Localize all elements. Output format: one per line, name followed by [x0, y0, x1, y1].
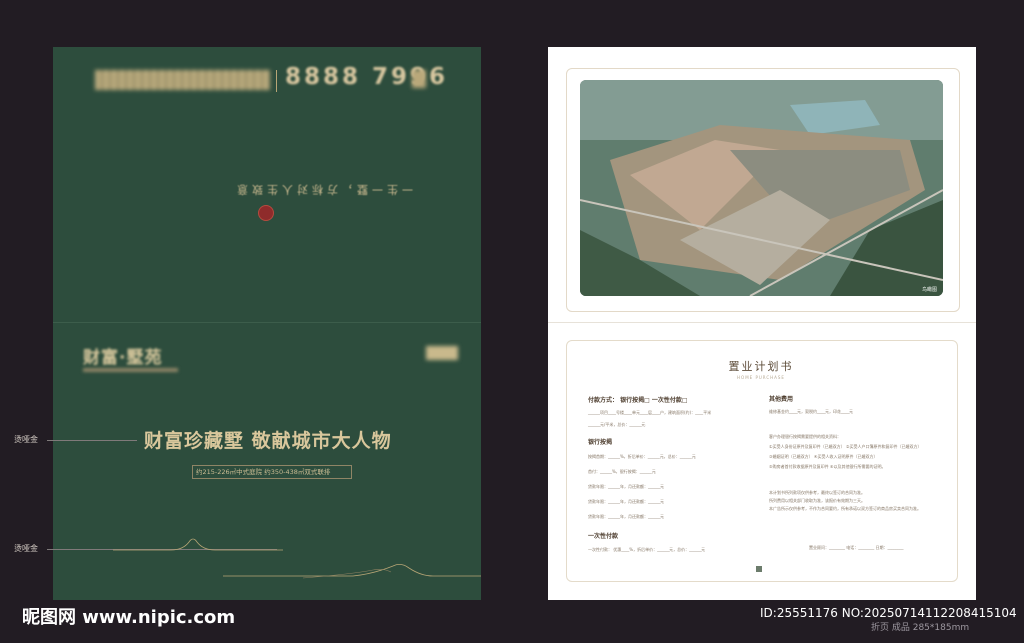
payment-heading: 付款方式： 银行按揭□ 一次性付款□ — [588, 397, 688, 404]
aerial-rendering-image — [580, 80, 943, 296]
project-logo: 财富·墅苑 — [83, 348, 163, 368]
form-subtitle: HOME PURCHASE — [737, 375, 785, 380]
headline: 财富珍藏墅 敬献城市大人物 — [144, 430, 392, 452]
blurred-header-text — [95, 70, 270, 90]
once-heading: 一次性付款 — [588, 533, 619, 540]
disclaimer: 本广告所示仅供参考，不作为合同要约，所有承诺以双方签订的商品房买卖合同为准。 — [769, 506, 921, 511]
logo-subtitle — [83, 368, 178, 372]
leader-line — [47, 440, 137, 441]
price-line: ______元/平米，总价：______元 — [588, 422, 646, 427]
photo-caption: 鸟瞰图 — [922, 287, 938, 293]
fold-line — [53, 322, 481, 323]
disclaimer: 本计划书所列款项仅供参考，最终以签订的合同为准。 — [769, 490, 865, 495]
bank-heading: 银行按揭 — [588, 439, 613, 446]
watermark-site: 昵图网 www.nipic.com — [22, 607, 236, 628]
developer-logo-icon — [756, 566, 762, 572]
bank-line: 贷款年限：______年，月还款额：______元 — [588, 514, 664, 519]
developer-logo — [426, 346, 458, 360]
slogan: 一生一墅，方标对人生致意 — [233, 183, 413, 196]
requirements-note: ⑤购房者首付款收据原件及复印件 ⑥以及其他银行所需要的证明。 — [769, 464, 886, 469]
header-divider — [276, 70, 277, 92]
bank-line: 贷款年限：______年，月还款额：______元 — [588, 484, 664, 489]
watermark-size: 折页 成品 285*185mm — [871, 623, 970, 633]
bank-line: 按揭首期：______%，折后单价：______元，总价：______元 — [588, 454, 696, 459]
finish-label: 烫哑金 — [14, 435, 38, 444]
signature-line: 置业顾问：________ 电话：________ 日期：________ — [809, 545, 904, 550]
watermark-id: ID:25551176 NO:20250714112208415104 — [760, 606, 1017, 620]
other-heading: 其他费用 — [769, 396, 794, 403]
once-line: 一次性付款： 优惠____%，折后单价：______元，总价：______元 — [588, 547, 706, 552]
mountain-line-art — [113, 538, 481, 579]
bank-line: 贷款年限：______年，月还款额：______元 — [588, 499, 664, 504]
cover-panel — [53, 47, 481, 600]
fold-line — [548, 322, 976, 323]
finish-label: 烫哑金 — [14, 544, 38, 553]
disclaimer: 所列费用以相关部门收取为准，该报价有效期为三天。 — [769, 498, 865, 503]
requirements-note: ①买受人身份证原件及复印件（已婚双方） ②买受人户口簿原件和复印件（已婚双方） — [769, 444, 922, 449]
phone-tag — [412, 70, 426, 88]
payment-line: ______项目____号楼____单元____层____户，建筑面积(约)：_… — [588, 410, 712, 415]
other-line: 维修基金约____元，契税约____元，印花____元 — [769, 409, 853, 414]
seal-icon — [258, 205, 274, 221]
requirements-note: 客户办理银行按揭需要提供的相关资料： — [769, 434, 841, 439]
spec-box: 约215-226㎡中式庭院 约350-438㎡双式联排 — [192, 465, 352, 479]
requirements-note: ③婚姻证明（已婚双方） ④买受人收入证明原件（已婚双方） — [769, 454, 878, 459]
form-title: 置业计划书 — [728, 360, 794, 373]
bank-line: 首付：______%，银行按揭：______元 — [588, 469, 656, 474]
